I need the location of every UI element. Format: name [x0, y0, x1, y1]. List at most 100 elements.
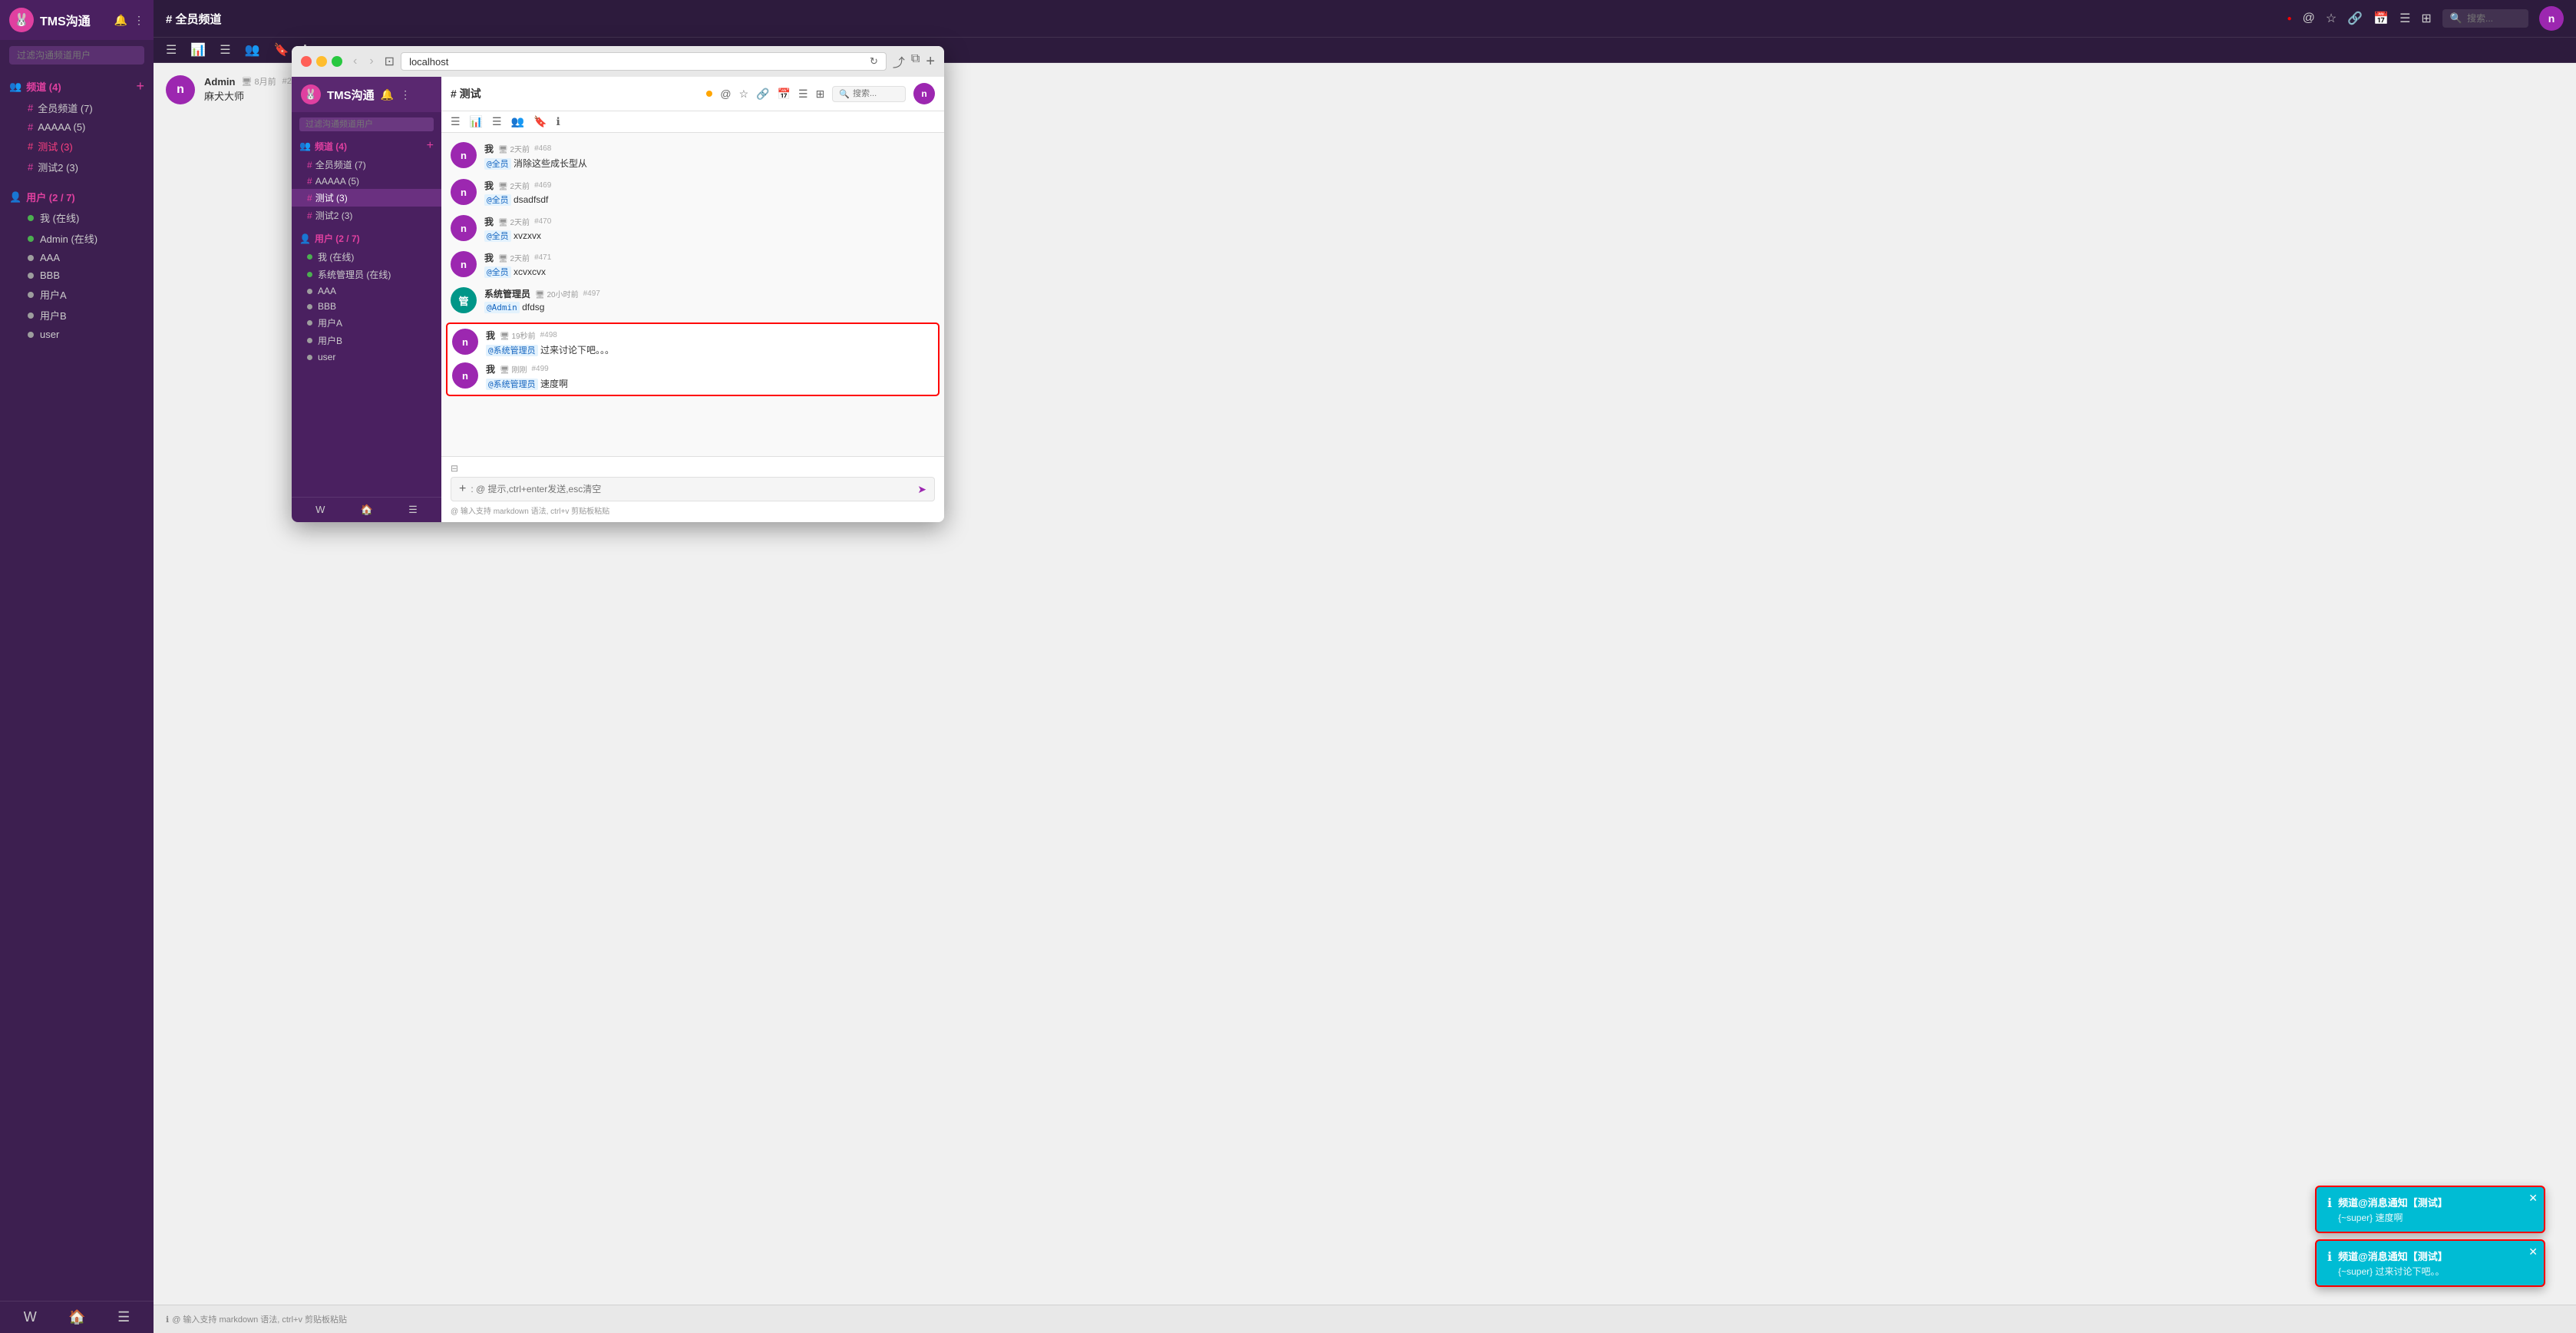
users-section: 👤 用户 (2 / 7) 我 (在线) Admin (在线) AAA BBB: [0, 182, 154, 348]
inner-msg-id: #470: [534, 217, 551, 226]
browser-refresh-icon[interactable]: ↻: [870, 63, 878, 68]
inner-user-admin[interactable]: 系统管理员 (在线): [292, 266, 441, 283]
inner-user-bbb[interactable]: BBB: [292, 299, 441, 314]
inner-list-icon[interactable]: ☰: [798, 88, 808, 101]
inner-sidebar-footer: W 🏠 ☰: [292, 497, 441, 522]
sidebar-item-aaaaa[interactable]: # AAAAA (5): [9, 118, 144, 136]
inner-star-icon[interactable]: ☆: [739, 88, 749, 101]
inner-send-button[interactable]: ➤: [917, 483, 926, 496]
sidebar-user-me[interactable]: 我 (在线): [9, 207, 144, 228]
outer-messages: n Admin 🖥 8月前 #27 麻犬大师: [154, 63, 2576, 1305]
inner-at-icon[interactable]: @: [720, 88, 731, 100]
inner-footer-menu[interactable]: ☰: [408, 504, 418, 516]
notification-icon[interactable]: 🔔: [114, 14, 127, 27]
outer-search-input[interactable]: [2467, 13, 2521, 24]
sidebar-search-input[interactable]: [9, 46, 144, 64]
inner-msg-id: #497: [583, 289, 600, 298]
inner-users-tb[interactable]: 👥: [511, 115, 524, 128]
browser-actions: ⤴ ⧉ +: [893, 63, 935, 71]
link-icon[interactable]: 🔗: [2347, 11, 2363, 26]
hash-icon: #: [28, 161, 33, 173]
inner-link-icon[interactable]: 🔗: [756, 88, 769, 101]
inner-notif-icon[interactable]: 🔔: [381, 88, 394, 101]
inner-search-input-top[interactable]: [853, 89, 899, 98]
toast-2-close[interactable]: ✕: [2528, 1245, 2538, 1259]
list-icon[interactable]: ☰: [2399, 11, 2410, 26]
inner-user-yonghub[interactable]: 用户B: [292, 332, 441, 349]
browser-close-button[interactable]: [301, 63, 312, 67]
star-icon[interactable]: ☆: [2326, 11, 2337, 26]
browser-maximize-button[interactable]: [332, 63, 342, 67]
sidebar-user-user[interactable]: user: [9, 326, 144, 343]
sidebar-user-yonghua[interactable]: 用户A: [9, 284, 144, 305]
inner-list-tb[interactable]: ☰: [492, 115, 502, 128]
main-area: # 全员频道 ● @ ☆ 🔗 📅 ☰ ⊞ 🔍 n ☰ 📊 ☰ 👥: [154, 0, 2576, 1333]
group-icon[interactable]: 👥: [245, 42, 260, 58]
inner-user-user[interactable]: user: [292, 349, 441, 365]
inner-menu-icon[interactable]: ⋮: [400, 88, 411, 101]
sidebar-item-ceshi[interactable]: # 测试 (3): [9, 136, 144, 157]
add-channel-button[interactable]: +: [136, 78, 144, 94]
inner-search-input[interactable]: [299, 117, 434, 131]
sidebar-item-quanyupindao[interactable]: # 全员频道 (7): [9, 98, 144, 118]
offline-indicator: [307, 338, 312, 343]
inner-msg-content-497: 系统管理员 🖥 20小时前 #497 @Admin dfdsg: [484, 287, 935, 313]
inner-item-ceshi2[interactable]: # 测试2 (3): [292, 207, 441, 224]
bookmark-icon[interactable]: 🔖: [274, 42, 289, 58]
inner-bar-chart[interactable]: 📊: [470, 115, 483, 128]
inner-user-me[interactable]: 我 (在线): [292, 248, 441, 266]
browser-url-bar[interactable]: localhost ↻: [401, 63, 887, 71]
sidebar-user-aaa[interactable]: AAA: [9, 249, 144, 266]
sidebar-user-yonghub[interactable]: 用户B: [9, 305, 144, 326]
bar-chart-icon[interactable]: 📊: [190, 42, 206, 58]
inner-calendar-icon[interactable]: 📅: [778, 88, 791, 101]
inner-msg-body-498: @系统管理员 过来讨论下吧。。。: [486, 343, 933, 356]
toast-1: ℹ 频道@消息通知【测试】 {~super} 速度啊 ✕: [2315, 1186, 2545, 1233]
calendar-icon[interactable]: 📅: [2373, 11, 2389, 26]
footer-menu-icon[interactable]: ☰: [117, 1309, 130, 1325]
inner-notif-dot: [706, 91, 712, 97]
at-icon[interactable]: @: [2303, 12, 2315, 25]
inner-add-channel[interactable]: +: [427, 139, 434, 153]
inner-users-section-header[interactable]: 👤 用户 (2 / 7): [292, 229, 441, 248]
online-dot: [28, 215, 34, 221]
browser-expand-button[interactable]: ⊡: [385, 63, 395, 69]
hamburger-icon[interactable]: ☰: [166, 42, 177, 58]
footer-home-icon[interactable]: 🏠: [68, 1309, 85, 1325]
outer-input-hint: ℹ @ 输入支持 markdown 语法, ctrl+v 剪贴板粘贴: [166, 1313, 2564, 1325]
inner-footer-w[interactable]: W: [315, 504, 325, 516]
layout-icon[interactable]: ⊞: [2421, 11, 2431, 26]
toast-1-close[interactable]: ✕: [2528, 1192, 2538, 1205]
browser-new-tab-button[interactable]: +: [926, 63, 935, 71]
inner-plus-icon[interactable]: +: [459, 482, 466, 496]
inner-bookmark-tb[interactable]: 🔖: [533, 115, 547, 128]
browser-forward-button[interactable]: ›: [365, 63, 378, 70]
inner-hamburger[interactable]: ☰: [451, 115, 461, 128]
browser-share-icon[interactable]: ⤴: [893, 63, 905, 71]
inner-info-tb[interactable]: ℹ: [556, 115, 560, 128]
inner-layout-icon[interactable]: ⊞: [816, 88, 825, 101]
inner-item-quanyupindao[interactable]: # 全员频道 (7): [292, 156, 441, 174]
inner-message-input[interactable]: [471, 484, 913, 495]
list2-icon[interactable]: ☰: [220, 42, 230, 58]
sidebar-item-ceshi2[interactable]: # 测试2 (3): [9, 157, 144, 177]
sidebar-user-bbb[interactable]: BBB: [9, 266, 144, 284]
sidebar: 🐰 TMS沟通 🔔 ⋮ 👥 频道 (4) + # 全员频道 (7): [0, 0, 154, 1333]
browser-minimize-button[interactable]: [316, 63, 327, 67]
inner-msg-body-497: @Admin dfdsg: [484, 302, 935, 313]
footer-w-icon[interactable]: W: [24, 1309, 37, 1325]
inner-user-aaa[interactable]: AAA: [292, 283, 441, 299]
share-icon[interactable]: ⋮: [134, 14, 144, 27]
sidebar-user-admin[interactable]: Admin (在线): [9, 228, 144, 249]
inner-item-aaaaa[interactable]: # AAAAA (5): [292, 174, 441, 189]
browser-copy-icon[interactable]: ⧉: [911, 63, 920, 71]
users-section-header[interactable]: 👤 用户 (2 / 7): [9, 187, 144, 207]
inner-channels-header[interactable]: 👥 频道 (4) +: [292, 136, 441, 156]
browser-back-button[interactable]: ‹: [348, 63, 362, 70]
inner-item-ceshi[interactable]: # 测试 (3): [292, 189, 441, 207]
inner-channel-title: # 测试: [451, 86, 700, 101]
app-logo: 🐰: [9, 8, 34, 32]
inner-user-yonghua[interactable]: 用户A: [292, 314, 441, 332]
channels-section-header[interactable]: 👥 频道 (4) +: [9, 75, 144, 98]
inner-footer-home[interactable]: 🏠: [361, 504, 373, 516]
